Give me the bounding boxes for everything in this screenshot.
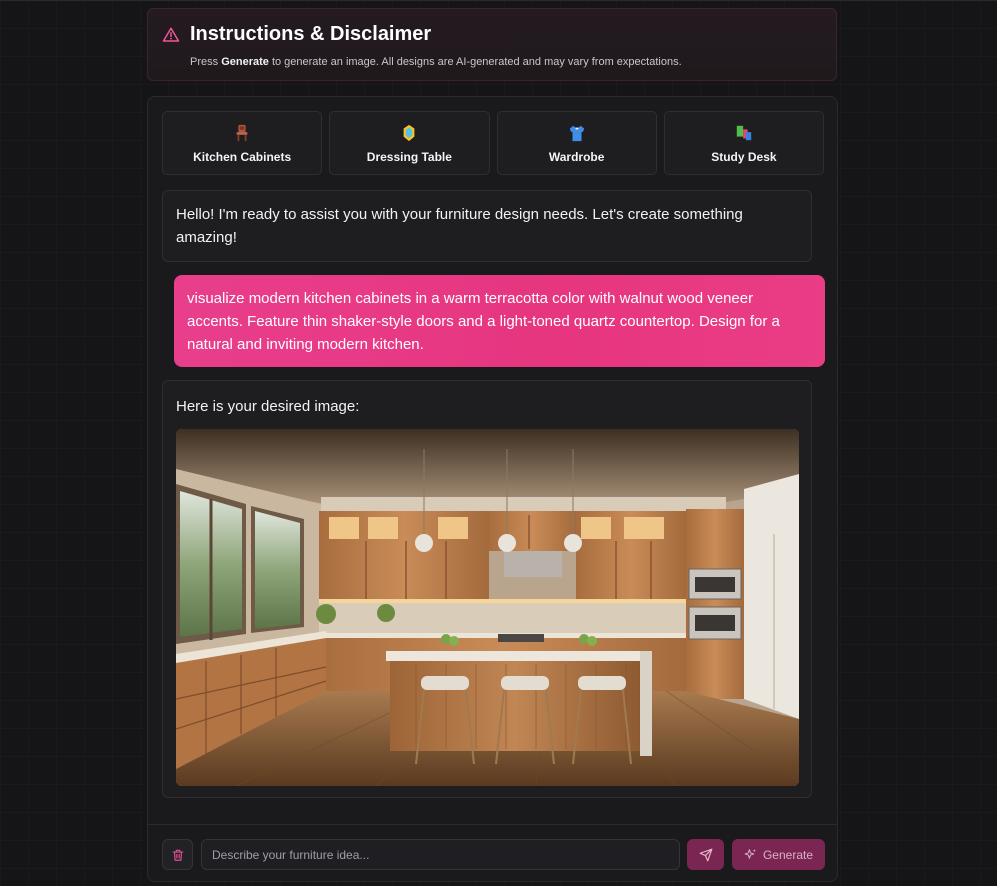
category-kitchen-cabinets[interactable]: Kitchen Cabinets [162,111,323,175]
disclaimer-title: Instructions & Disclaimer [190,23,432,45]
clear-chat-button[interactable] [162,839,193,870]
mirror-icon [403,124,415,142]
composer-divider [148,824,837,825]
category-bar: Kitchen Cabinets Dressing Table Wardrobe [162,111,824,175]
generated-kitchen-image [176,429,799,786]
category-label: Wardrobe [548,150,605,164]
category-dressing-table[interactable]: Dressing Table [329,111,490,175]
category-wardrobe[interactable]: Wardrobe [496,111,657,175]
chair-icon [236,124,248,142]
disclaimer-text: Press Generate to generate an image. All… [190,56,682,68]
category-label: Kitchen Cabinets [193,150,292,164]
send-button[interactable] [687,839,724,870]
assistant-result-message: Here is your desired image: [162,380,812,798]
generate-button[interactable]: Generate [732,839,825,870]
prompt-input[interactable] [201,839,680,870]
category-label: Study Desk [711,150,777,164]
top-border [0,0,997,1]
shirt-icon [569,125,584,142]
warning-triangle-icon [162,27,180,42]
generate-label: Generate [762,847,814,862]
result-caption: Here is your desired image: [176,398,360,415]
sparkles-icon [744,849,756,859]
trash-icon [172,849,183,861]
chat-panel: Kitchen Cabinets Dressing Table Wardrobe [147,96,838,882]
category-label: Dressing Table [366,150,452,164]
books-icon [736,125,752,141]
assistant-greeting-message: Hello! I'm ready to assist you with your… [162,190,812,262]
category-study-desk[interactable]: Study Desk [663,111,824,175]
send-icon [699,848,712,861]
user-prompt-message: visualize modern kitchen cabinets in a w… [174,275,825,367]
disclaimer-banner: Instructions & Disclaimer Press Generate… [147,8,837,81]
